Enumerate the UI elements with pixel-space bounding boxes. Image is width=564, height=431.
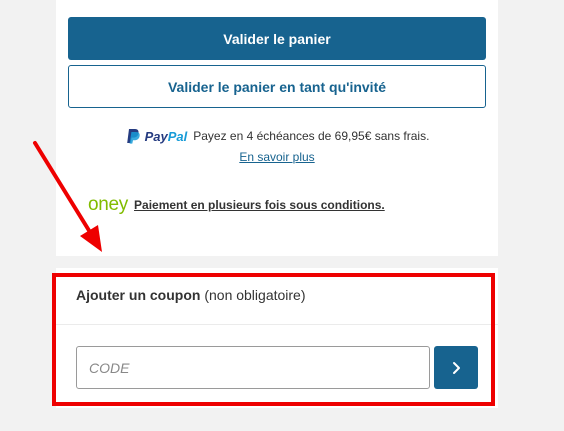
paypal-installments-text: Payez en 4 échéances de 69,95€ sans frai… — [193, 129, 430, 143]
oney-conditions-link[interactable]: Paiement en plusieurs fois sous conditio… — [134, 198, 385, 212]
validate-cart-label: Valider le panier — [223, 30, 331, 47]
coupon-title-optional: (non obligatoire) — [204, 287, 306, 303]
coupon-title: Ajouter un coupon (non obligatoire) — [76, 287, 306, 303]
oney-installments: oney Paiement en plusieurs fois sous con… — [88, 194, 385, 216]
paypal-logo-part1: Pay — [144, 128, 168, 144]
chevron-right-icon — [453, 361, 460, 374]
oney-logo: oney — [88, 194, 129, 215]
paypal-logo-part2: Pal — [167, 128, 188, 144]
coupon-code-input[interactable] — [76, 346, 430, 389]
coupon-title-bold: Ajouter un coupon — [76, 287, 201, 303]
paypal-installments: Pay Pal Payez en 4 échéances de 69,95€ sa… — [56, 128, 498, 144]
paypal-learn-more-link[interactable]: En savoir plus — [239, 150, 314, 164]
checkout-actions-card: Valider le panier Valider le panier en t… — [56, 0, 498, 256]
validate-cart-button[interactable]: Valider le panier — [68, 17, 486, 60]
coupon-submit-button[interactable] — [434, 346, 478, 389]
coupon-divider — [56, 324, 498, 325]
validate-cart-guest-button[interactable]: Valider le panier en tant qu'invité — [68, 65, 486, 108]
paypal-icon — [126, 129, 140, 144]
validate-cart-guest-label: Valider le panier en tant qu'invité — [167, 78, 387, 95]
paypal-learn-more: En savoir plus — [56, 150, 498, 164]
coupon-card: Ajouter un coupon (non obligatoire) — [56, 268, 498, 408]
paypal-logo: Pay Pal — [125, 128, 188, 144]
